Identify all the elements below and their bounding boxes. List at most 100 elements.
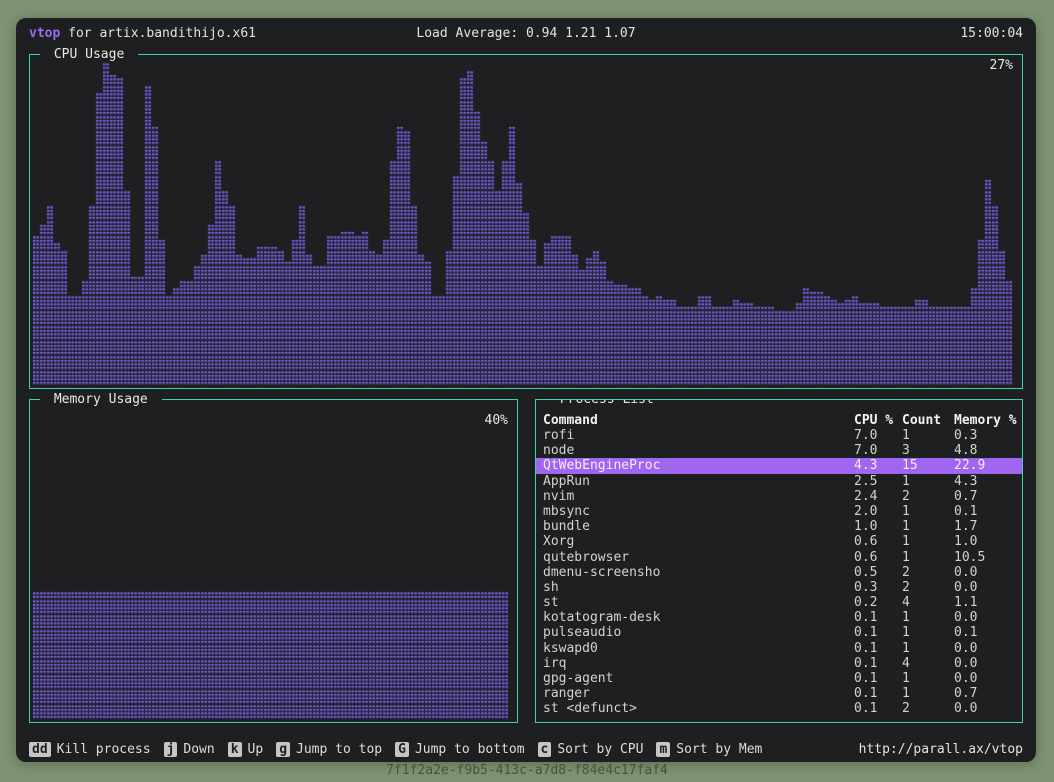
clock-label: 15:00:04 bbox=[692, 25, 1023, 42]
process-memory-percent: 0.0 bbox=[954, 671, 1022, 686]
process-memory-percent: 0.1 bbox=[954, 504, 1022, 519]
keycap: k bbox=[228, 742, 242, 757]
process-table-header: Command CPU % Count Memory % bbox=[536, 413, 1022, 428]
process-memory-percent: 0.7 bbox=[954, 489, 1022, 504]
process-cpu-percent: 0.6 bbox=[854, 550, 902, 565]
process-cpu-percent: 0.2 bbox=[854, 595, 902, 610]
process-cpu-percent: 0.1 bbox=[854, 686, 902, 701]
process-command: pulseaudio bbox=[536, 625, 854, 640]
process-cpu-percent: 2.4 bbox=[854, 489, 902, 504]
process-cpu-percent: 0.1 bbox=[854, 641, 902, 656]
process-row[interactable]: mbsync2.010.1 bbox=[536, 504, 1022, 519]
process-count: 4 bbox=[902, 595, 954, 610]
process-row[interactable]: irq0.140.0 bbox=[536, 656, 1022, 671]
keycap: c bbox=[538, 742, 552, 757]
column-header-count[interactable]: Count bbox=[902, 413, 954, 428]
column-header-memory[interactable]: Memory % bbox=[954, 413, 1022, 428]
process-cpu-percent: 2.0 bbox=[854, 504, 902, 519]
process-memory-percent: 0.3 bbox=[954, 428, 1022, 443]
process-command: bundle bbox=[536, 519, 854, 534]
process-row[interactable]: AppRun2.514.3 bbox=[536, 474, 1022, 489]
process-row[interactable]: ranger0.110.7 bbox=[536, 686, 1022, 701]
lower-split: Memory Usage 40% Process List Command CP… bbox=[29, 399, 1023, 723]
memory-panel-title: Memory Usage bbox=[40, 391, 162, 408]
shortcut-jump-to-bottom: GJump to bottom bbox=[395, 741, 524, 759]
process-cpu-percent: 0.1 bbox=[854, 625, 902, 640]
shortcut-label: Sort by CPU bbox=[557, 742, 643, 757]
process-memory-percent: 4.8 bbox=[954, 443, 1022, 458]
process-count: 15 bbox=[902, 458, 954, 473]
process-command: Xorg bbox=[536, 534, 854, 549]
process-memory-percent: 0.0 bbox=[954, 701, 1022, 716]
app-title: vtop for artix.bandithijo.x61 bbox=[29, 25, 360, 42]
process-command: mbsync bbox=[536, 504, 854, 519]
shortcut-label: Sort by Mem bbox=[676, 742, 762, 757]
process-row[interactable]: node7.034.8 bbox=[536, 443, 1022, 458]
process-command: rofi bbox=[536, 428, 854, 443]
process-list-panel: Process List Command CPU % Count Memory … bbox=[535, 399, 1023, 723]
process-row[interactable]: sh0.320.0 bbox=[536, 580, 1022, 595]
process-count: 2 bbox=[902, 580, 954, 595]
keycap: j bbox=[164, 742, 178, 757]
process-row[interactable]: Xorg0.611.0 bbox=[536, 534, 1022, 549]
process-row[interactable]: pulseaudio0.110.1 bbox=[536, 625, 1022, 640]
process-row-selected[interactable]: QtWebEngineProc4.31522.9 bbox=[536, 458, 1022, 473]
process-row[interactable]: bundle1.011.7 bbox=[536, 519, 1022, 534]
process-memory-percent: 0.0 bbox=[954, 656, 1022, 671]
process-memory-percent: 22.9 bbox=[954, 458, 1022, 473]
process-command: sh bbox=[536, 580, 854, 595]
process-cpu-percent: 0.1 bbox=[854, 671, 902, 686]
process-row[interactable]: nvim2.420.7 bbox=[536, 489, 1022, 504]
process-panel-title: Process List bbox=[546, 399, 668, 408]
process-row[interactable]: dmenu-screensho0.520.0 bbox=[536, 565, 1022, 580]
process-row[interactable]: kotatogram-desk0.110.0 bbox=[536, 610, 1022, 625]
process-count: 1 bbox=[902, 641, 954, 656]
process-cpu-percent: 0.5 bbox=[854, 565, 902, 580]
process-count: 1 bbox=[902, 519, 954, 534]
process-cpu-percent: 1.0 bbox=[854, 519, 902, 534]
memory-usage-panel: Memory Usage 40% bbox=[29, 399, 518, 723]
process-memory-percent: 1.7 bbox=[954, 519, 1022, 534]
process-command: dmenu-screensho bbox=[536, 565, 854, 580]
process-command: kswapd0 bbox=[536, 641, 854, 656]
shortcut-jump-to-top: g Jump to top bbox=[276, 741, 382, 759]
process-memory-percent: 0.0 bbox=[954, 610, 1022, 625]
process-command: kotatogram-desk bbox=[536, 610, 854, 625]
process-row[interactable]: st <defunct>0.120.0 bbox=[536, 701, 1022, 716]
process-rows: rofi7.010.3node7.034.8QtWebEngineProc4.3… bbox=[536, 428, 1022, 717]
process-command: node bbox=[536, 443, 854, 458]
column-header-command[interactable]: Command bbox=[536, 413, 854, 428]
shortcut-kill-process: ddKill process bbox=[29, 741, 151, 759]
process-memory-percent: 0.0 bbox=[954, 641, 1022, 656]
process-command: nvim bbox=[536, 489, 854, 504]
keycap: m bbox=[656, 742, 670, 757]
session-uuid-text: 7f1f2a2e-f9b5-413c-a7d8-f84e4c17faf4 bbox=[0, 763, 1054, 778]
keycap: dd bbox=[29, 742, 51, 757]
process-count: 1 bbox=[902, 534, 954, 549]
keycap: G bbox=[395, 742, 409, 757]
process-row[interactable]: qutebrowser0.6110.5 bbox=[536, 550, 1022, 565]
process-cpu-percent: 0.1 bbox=[854, 701, 902, 716]
process-command: ranger bbox=[536, 686, 854, 701]
shortcut-label: Jump to top bbox=[296, 742, 382, 757]
shortcut-sort-by-mem: m Sort by Mem bbox=[656, 741, 762, 759]
process-row[interactable]: st0.241.1 bbox=[536, 595, 1022, 610]
shortcut-up: kUp bbox=[228, 741, 263, 759]
process-table: Command CPU % Count Memory % rofi7.010.3… bbox=[536, 400, 1022, 717]
process-count: 1 bbox=[902, 428, 954, 443]
process-cpu-percent: 2.5 bbox=[854, 474, 902, 489]
process-command: st <defunct> bbox=[536, 701, 854, 716]
process-row[interactable]: rofi7.010.3 bbox=[536, 428, 1022, 443]
process-count: 1 bbox=[902, 610, 954, 625]
keycap: g bbox=[276, 742, 290, 757]
process-row[interactable]: gpg-agent0.110.0 bbox=[536, 671, 1022, 686]
process-memory-percent: 0.0 bbox=[954, 580, 1022, 595]
vtop-logo: vtop bbox=[29, 26, 60, 41]
process-command: st bbox=[536, 595, 854, 610]
process-row[interactable]: kswapd00.110.0 bbox=[536, 641, 1022, 656]
process-command: QtWebEngineProc bbox=[536, 458, 854, 473]
titlebar: vtop for artix.bandithijo.x61 Load Avera… bbox=[29, 25, 1023, 42]
column-header-cpu[interactable]: CPU % bbox=[854, 413, 902, 428]
process-cpu-percent: 0.3 bbox=[854, 580, 902, 595]
process-memory-percent: 0.1 bbox=[954, 625, 1022, 640]
